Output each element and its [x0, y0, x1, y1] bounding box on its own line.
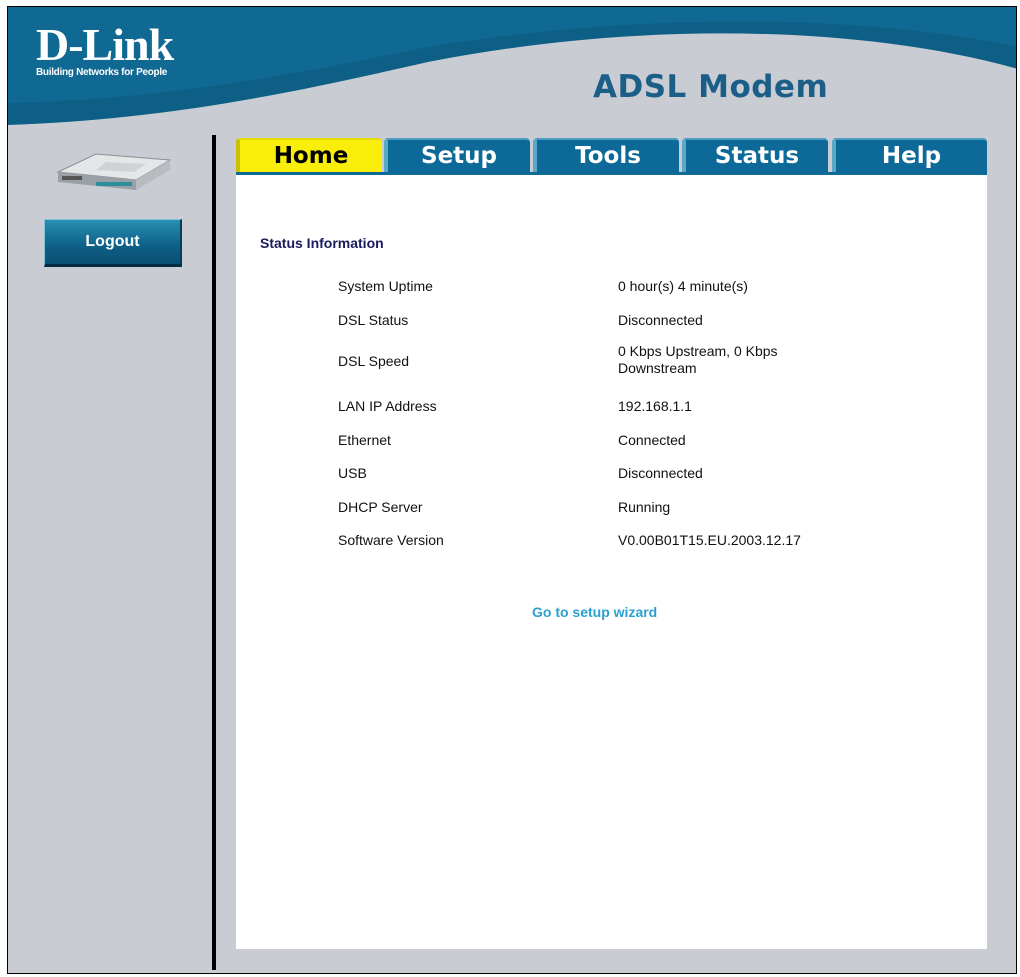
main-tabs: Home Setup Tools Status Help — [236, 137, 987, 175]
tab-help[interactable]: Help — [832, 138, 987, 172]
page-frame: D-Link Building Networks for People ADSL… — [7, 6, 1017, 974]
status-value-software-version: V0.00B01T15.EU.2003.12.17 — [618, 532, 801, 548]
brand-logo: D-Link — [36, 19, 174, 70]
brand-tagline: Building Networks for People — [36, 67, 168, 78]
header-banner: D-Link Building Networks for People ADSL… — [8, 7, 1016, 135]
status-value-uptime: 0 hour(s) 4 minute(s) — [618, 278, 748, 294]
product-title: ADSL Modem — [593, 69, 829, 105]
status-value-lan-ip: 192.168.1.1 — [618, 398, 692, 414]
status-label-ethernet: Ethernet — [338, 432, 391, 448]
vertical-divider — [212, 135, 216, 970]
setup-wizard-link[interactable]: Go to setup wizard — [532, 604, 657, 620]
status-value-ethernet: Connected — [618, 432, 686, 448]
status-value-dsl-speed: 0 Kbps Upstream, 0 Kbps Downstream — [618, 343, 778, 376]
status-value-dhcp: Running — [618, 499, 671, 515]
tab-setup[interactable]: Setup — [384, 138, 530, 172]
status-label-software-version: Software Version — [338, 532, 444, 548]
status-label-lan-ip: LAN IP Address — [338, 398, 437, 414]
tab-home[interactable]: Home — [236, 138, 382, 172]
status-label-dhcp: DHCP Server — [338, 499, 423, 515]
adsl-modem-device-image — [56, 153, 172, 190]
status-label-dsl-speed: DSL Speed — [338, 353, 410, 369]
section-title: Status Information — [260, 235, 384, 251]
tab-tools[interactable]: Tools — [533, 138, 679, 172]
status-value-usb: Disconnected — [618, 465, 703, 481]
tab-status[interactable]: Status — [682, 138, 828, 172]
status-label-dsl-status: DSL Status — [338, 312, 409, 328]
status-label-uptime: System Uptime — [338, 278, 433, 294]
status-value-dsl-status: Disconnected — [618, 312, 703, 328]
status-label-usb: USB — [338, 465, 367, 481]
logout-button[interactable]: Logout — [44, 219, 182, 267]
